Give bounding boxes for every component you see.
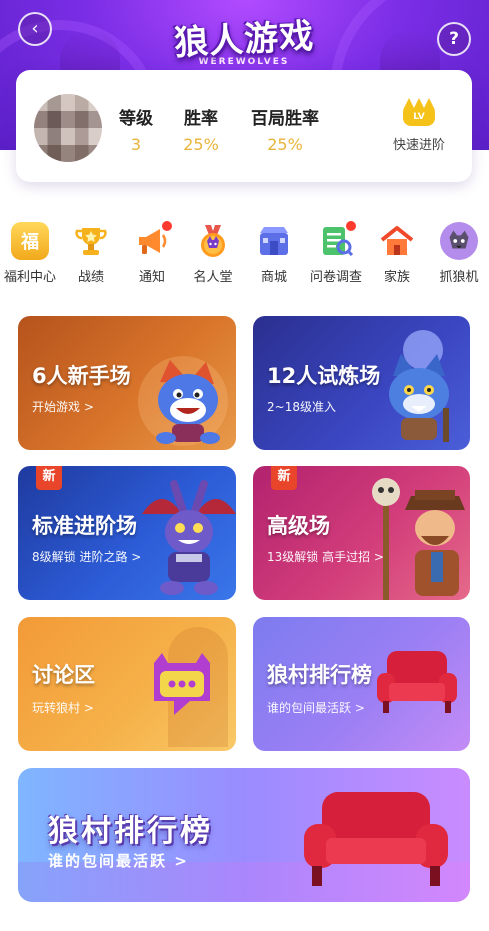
back-button[interactable]: ‹	[18, 12, 52, 46]
shop-icon	[255, 222, 293, 260]
room-subtitle: 13级解锁 高手过招 >	[267, 550, 384, 564]
level-crown-icon: LV	[399, 98, 439, 126]
house-icon	[378, 222, 416, 260]
demon-bat-mascot	[142, 474, 236, 598]
stat-value: 25%	[183, 135, 219, 154]
room-subtitle: 8级解锁 进阶之路 >	[32, 550, 142, 564]
shortcut-label: 战绩	[77, 270, 104, 285]
room-title: 6人新手场	[32, 364, 131, 388]
shortcut-row: 福 福利中心 战绩 通知 名人堂 商城 问卷调查 家族 抓狼机	[0, 220, 489, 286]
shortcut-claw-machine[interactable]: 抓狼机	[427, 222, 489, 285]
room-title: 标准进阶场	[32, 514, 137, 538]
ranking-banner[interactable]: 狼村排行榜 谁的包间最活跃 >	[18, 768, 470, 902]
shortcut-family[interactable]: 家族	[365, 222, 429, 285]
survey-icon	[317, 220, 357, 260]
welfare-icon: 福	[11, 222, 49, 260]
room-title: 讨论区	[32, 663, 95, 687]
help-button[interactable]: ?	[437, 22, 471, 56]
banner-subtitle: 谁的包间最活跃 >	[48, 852, 189, 870]
level-badge: LV	[403, 108, 435, 126]
quick-upgrade-label: 快速进阶	[392, 138, 445, 153]
logo-title: 狼人游戏	[173, 16, 316, 64]
profile-card: 等级 3 胜率 25% 百局胜率 25% LV 快速进阶	[16, 70, 472, 182]
game-logo: 狼人游戏 WEREWOLVES	[173, 12, 315, 68]
avatar[interactable]	[34, 94, 102, 162]
room-card-standard[interactable]: 新 标准进阶场 8级解锁 进阶之路 >	[18, 466, 236, 600]
shortcut-label: 家族	[383, 270, 410, 285]
shortcut-label: 通知	[138, 270, 165, 285]
room-subtitle: 谁的包间最活跃 >	[267, 701, 365, 715]
notification-dot	[345, 220, 357, 232]
shortcut-label: 问卷调查	[309, 270, 362, 285]
gray-wolf-mascot	[373, 348, 465, 448]
hunter-mascot	[365, 470, 469, 600]
room-card-discussion[interactable]: 讨论区 玩转狼村 >	[18, 617, 236, 751]
room-card-ranking[interactable]: 狼村排行榜 谁的包间最活跃 >	[253, 617, 470, 751]
back-arrow-icon: ‹	[31, 18, 39, 39]
room-subtitle: 2~18级准入	[267, 400, 336, 414]
stat-value: 3	[130, 135, 142, 154]
question-mark-icon: ?	[449, 29, 459, 49]
notification-dot	[161, 220, 173, 232]
wolf-medal-icon	[194, 222, 232, 260]
megaphone-icon	[133, 220, 173, 260]
room-card-advanced[interactable]: 新 高级场 13级解锁 高手过招 >	[253, 466, 470, 600]
shortcut-record[interactable]: 战绩	[59, 222, 123, 285]
stat-label: 等级	[119, 109, 153, 129]
shortcut-hall-of-fame[interactable]: 名人堂	[181, 222, 245, 285]
shortcut-label: 抓狼机	[439, 270, 479, 285]
stat-label: 百局胜率	[251, 109, 319, 129]
stat-label: 胜率	[184, 109, 218, 129]
shortcut-survey[interactable]: 问卷调查	[304, 220, 368, 285]
red-sofa-icon	[296, 786, 456, 890]
new-badge: 新	[271, 466, 297, 490]
room-card-trial[interactable]: 12人试炼场 2~18级准入	[253, 316, 470, 450]
trophy-icon	[72, 222, 110, 260]
chat-bubble-icon	[144, 649, 220, 725]
room-title: 12人试炼场	[267, 364, 381, 388]
room-title: 高级场	[267, 514, 330, 538]
room-title: 狼村排行榜	[267, 663, 372, 687]
shortcut-welfare[interactable]: 福 福利中心	[0, 222, 62, 285]
red-sofa-icon	[373, 647, 461, 717]
stat-level: 等级 3	[116, 104, 156, 154]
stat-value: 25%	[267, 135, 303, 154]
room-subtitle: 开始游戏 >	[32, 400, 94, 414]
stat-hundred-win-rate: 百局胜率 25%	[244, 104, 326, 154]
quick-upgrade-button[interactable]: LV 快速进阶	[380, 98, 458, 153]
shortcut-label: 商城	[260, 270, 287, 285]
new-badge: 新	[36, 466, 62, 490]
shortcut-shop[interactable]: 商城	[242, 222, 306, 285]
shortcut-label: 福利中心	[3, 270, 56, 285]
blue-wolf-mascot	[146, 352, 230, 448]
banner-title: 狼村排行榜	[48, 814, 213, 849]
claw-machine-icon	[440, 222, 478, 260]
shortcut-notice[interactable]: 通知	[120, 220, 184, 285]
stat-win-rate: 胜率 25%	[176, 104, 226, 154]
shortcut-label: 名人堂	[193, 270, 233, 285]
room-subtitle: 玩转狼村 >	[32, 701, 94, 715]
room-card-beginner[interactable]: 6人新手场 开始游戏 >	[18, 316, 236, 450]
